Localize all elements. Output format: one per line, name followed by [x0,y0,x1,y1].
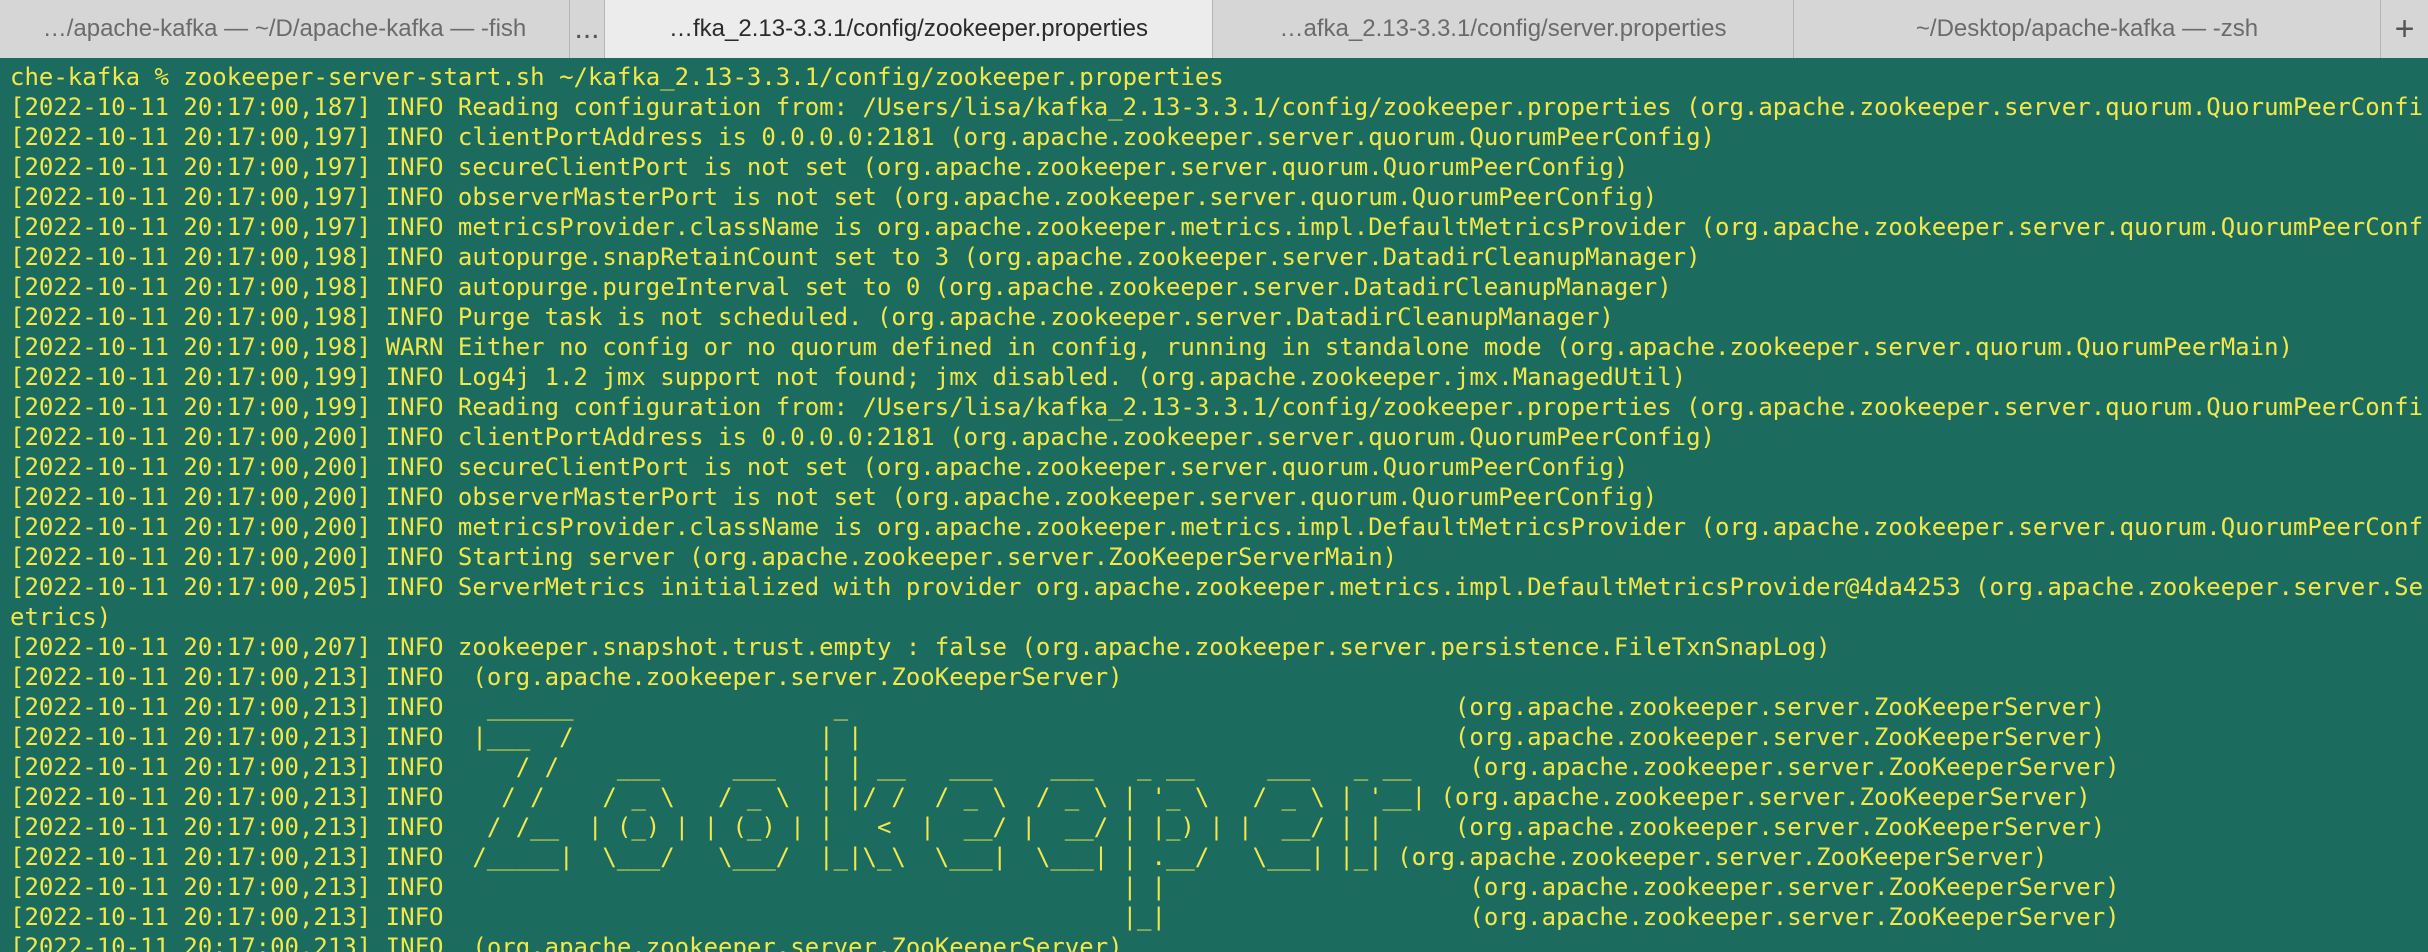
terminal-line: [2022-10-11 20:17:00,197] INFO observerM… [10,183,1658,211]
terminal-line: [2022-10-11 20:17:00,198] INFO autopurge… [10,243,1701,271]
ascii-banner-line: [2022-10-11 20:17:00,213] INFO /_____| \… [10,843,2048,871]
terminal-line: [2022-10-11 20:17:00,213] INFO (org.apac… [10,663,1123,691]
ascii-banner-line: [2022-10-11 20:17:00,213] INFO / / ___ _… [10,753,2120,781]
tab-label: ~/Desktop/apache-kafka — -zsh [1915,15,2259,42]
terminal-line: [2022-10-11 20:17:00,207] INFO zookeeper… [10,633,1831,661]
tab-fish-shell[interactable]: …/apache-kafka — ~/D/apache-kafka — -fis… [0,0,570,58]
ascii-banner-line: [2022-10-11 20:17:00,213] INFO / /__ | (… [10,813,2106,841]
tab-zookeeper-properties[interactable]: …fka_2.13-3.3.1/config/zookeeper.propert… [605,0,1213,58]
terminal-line: [2022-10-11 20:17:00,197] INFO metricsPr… [10,213,2424,241]
ascii-banner-line: [2022-10-11 20:17:00,213] INFO | | (org.… [10,873,2120,901]
tab-server-properties[interactable]: …afka_2.13-3.3.1/config/server.propertie… [1213,0,1794,58]
ascii-banner-line: [2022-10-11 20:17:00,213] INFO |_| (org.… [10,903,2120,931]
ascii-banner-line: [2022-10-11 20:17:00,213] INFO ______ _ … [10,693,2106,721]
terminal-line: [2022-10-11 20:17:00,199] INFO Log4j 1.2… [10,363,1687,391]
new-tab-button[interactable]: + [2381,0,2428,58]
tab-zsh-shell[interactable]: ~/Desktop/apache-kafka — -zsh [1794,0,2381,58]
terminal-line: [2022-10-11 20:17:00,200] INFO observerM… [10,483,1658,511]
terminal-output[interactable]: che-kafka % zookeeper-server-start.sh ~/… [10,62,2424,952]
terminal-line: [2022-10-11 20:17:00,200] INFO secureCli… [10,453,1629,481]
terminal-line: [2022-10-11 20:17:00,187] INFO Reading c… [10,93,2424,121]
tab-label: …/apache-kafka — ~/D/apache-kafka — -fis… [42,15,527,42]
tab-label: …fka_2.13-3.3.1/config/zookeeper.propert… [669,15,1148,42]
terminal-line: [2022-10-11 20:17:00,213] INFO (org.apac… [10,933,1123,952]
tab-overflow-button[interactable]: ... [570,0,605,58]
terminal-line: [2022-10-11 20:17:00,200] INFO metricsPr… [10,513,2424,541]
terminal-line: [2022-10-11 20:17:00,198] INFO autopurge… [10,273,1672,301]
terminal-line: che-kafka % zookeeper-server-start.sh ~/… [10,63,1224,91]
ascii-banner-line: [2022-10-11 20:17:00,213] INFO / / / _ \… [10,783,2091,811]
terminal-line: [2022-10-11 20:17:00,200] INFO clientPor… [10,423,1716,451]
tab-bar: …/apache-kafka — ~/D/apache-kafka — -fis… [0,0,2428,58]
terminal-line: [2022-10-11 20:17:00,197] INFO clientPor… [10,123,1716,151]
terminal-line: [2022-10-11 20:17:00,198] WARN Either no… [10,333,2293,361]
terminal-line: etrics) [10,603,112,631]
terminal-line: [2022-10-11 20:17:00,197] INFO secureCli… [10,153,1629,181]
terminal-line: [2022-10-11 20:17:00,205] INFO ServerMet… [10,573,2424,601]
terminal-line: [2022-10-11 20:17:00,199] INFO Reading c… [10,393,2424,421]
plus-icon: + [2394,9,2415,48]
tab-label: …afka_2.13-3.3.1/config/server.propertie… [1279,15,1727,42]
terminal-line: [2022-10-11 20:17:00,198] INFO Purge tas… [10,303,1614,331]
ascii-banner-line: [2022-10-11 20:17:00,213] INFO |___ / | … [10,723,2106,751]
terminal-line: [2022-10-11 20:17:00,200] INFO Starting … [10,543,1398,571]
